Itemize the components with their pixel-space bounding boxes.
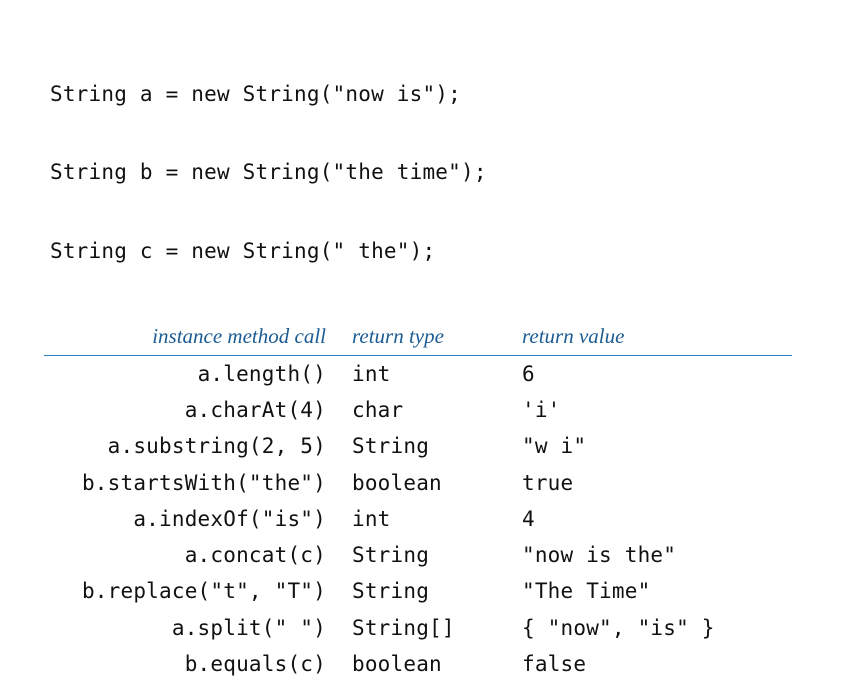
cell-call: b.equals(c) <box>44 646 342 682</box>
cell-type: int <box>342 355 512 392</box>
cell-call: a.length() <box>44 355 342 392</box>
cell-value: 4 <box>512 501 792 537</box>
table-row: b.startsWith("the") boolean true <box>44 465 792 501</box>
code-line: String b = new String("the time"); <box>50 159 804 185</box>
col-header-type: return type <box>342 317 512 356</box>
cell-call: a.indexOf("is") <box>44 501 342 537</box>
cell-value: true <box>512 465 792 501</box>
table-row: b.replace("t", "T") String "The Time" <box>44 573 792 609</box>
cell-call: a.substring(2, 5) <box>44 428 342 464</box>
method-table: instance method call return type return … <box>44 317 792 682</box>
table-row: a.charAt(4) char 'i' <box>44 392 792 428</box>
cell-value: false <box>512 646 792 682</box>
cell-value: "w i" <box>512 428 792 464</box>
table-row: a.length() int 6 <box>44 355 792 392</box>
table-row: b.equals(c) boolean false <box>44 646 792 682</box>
cell-type: int <box>342 501 512 537</box>
cell-call: b.startsWith("the") <box>44 465 342 501</box>
cell-value: { "now", "is" } <box>512 610 792 646</box>
table-row: a.indexOf("is") int 4 <box>44 501 792 537</box>
col-header-value: return value <box>512 317 792 356</box>
cell-value: 6 <box>512 355 792 392</box>
col-header-call: instance method call <box>44 317 342 356</box>
cell-value: "The Time" <box>512 573 792 609</box>
cell-value: 'i' <box>512 392 792 428</box>
cell-call: b.replace("t", "T") <box>44 573 342 609</box>
code-line: String c = new String(" the"); <box>50 238 804 264</box>
cell-type: String <box>342 573 512 609</box>
cell-type: boolean <box>342 465 512 501</box>
cell-type: String <box>342 428 512 464</box>
code-line: String a = new String("now is"); <box>50 81 804 107</box>
code-block: String a = new String("now is"); String … <box>50 28 804 291</box>
cell-type: String[] <box>342 610 512 646</box>
table-row: a.split(" ") String[] { "now", "is" } <box>44 610 792 646</box>
cell-type: char <box>342 392 512 428</box>
cell-call: a.split(" ") <box>44 610 342 646</box>
table-row: a.substring(2, 5) String "w i" <box>44 428 792 464</box>
cell-call: a.charAt(4) <box>44 392 342 428</box>
cell-type: boolean <box>342 646 512 682</box>
table-header-row: instance method call return type return … <box>44 317 792 356</box>
